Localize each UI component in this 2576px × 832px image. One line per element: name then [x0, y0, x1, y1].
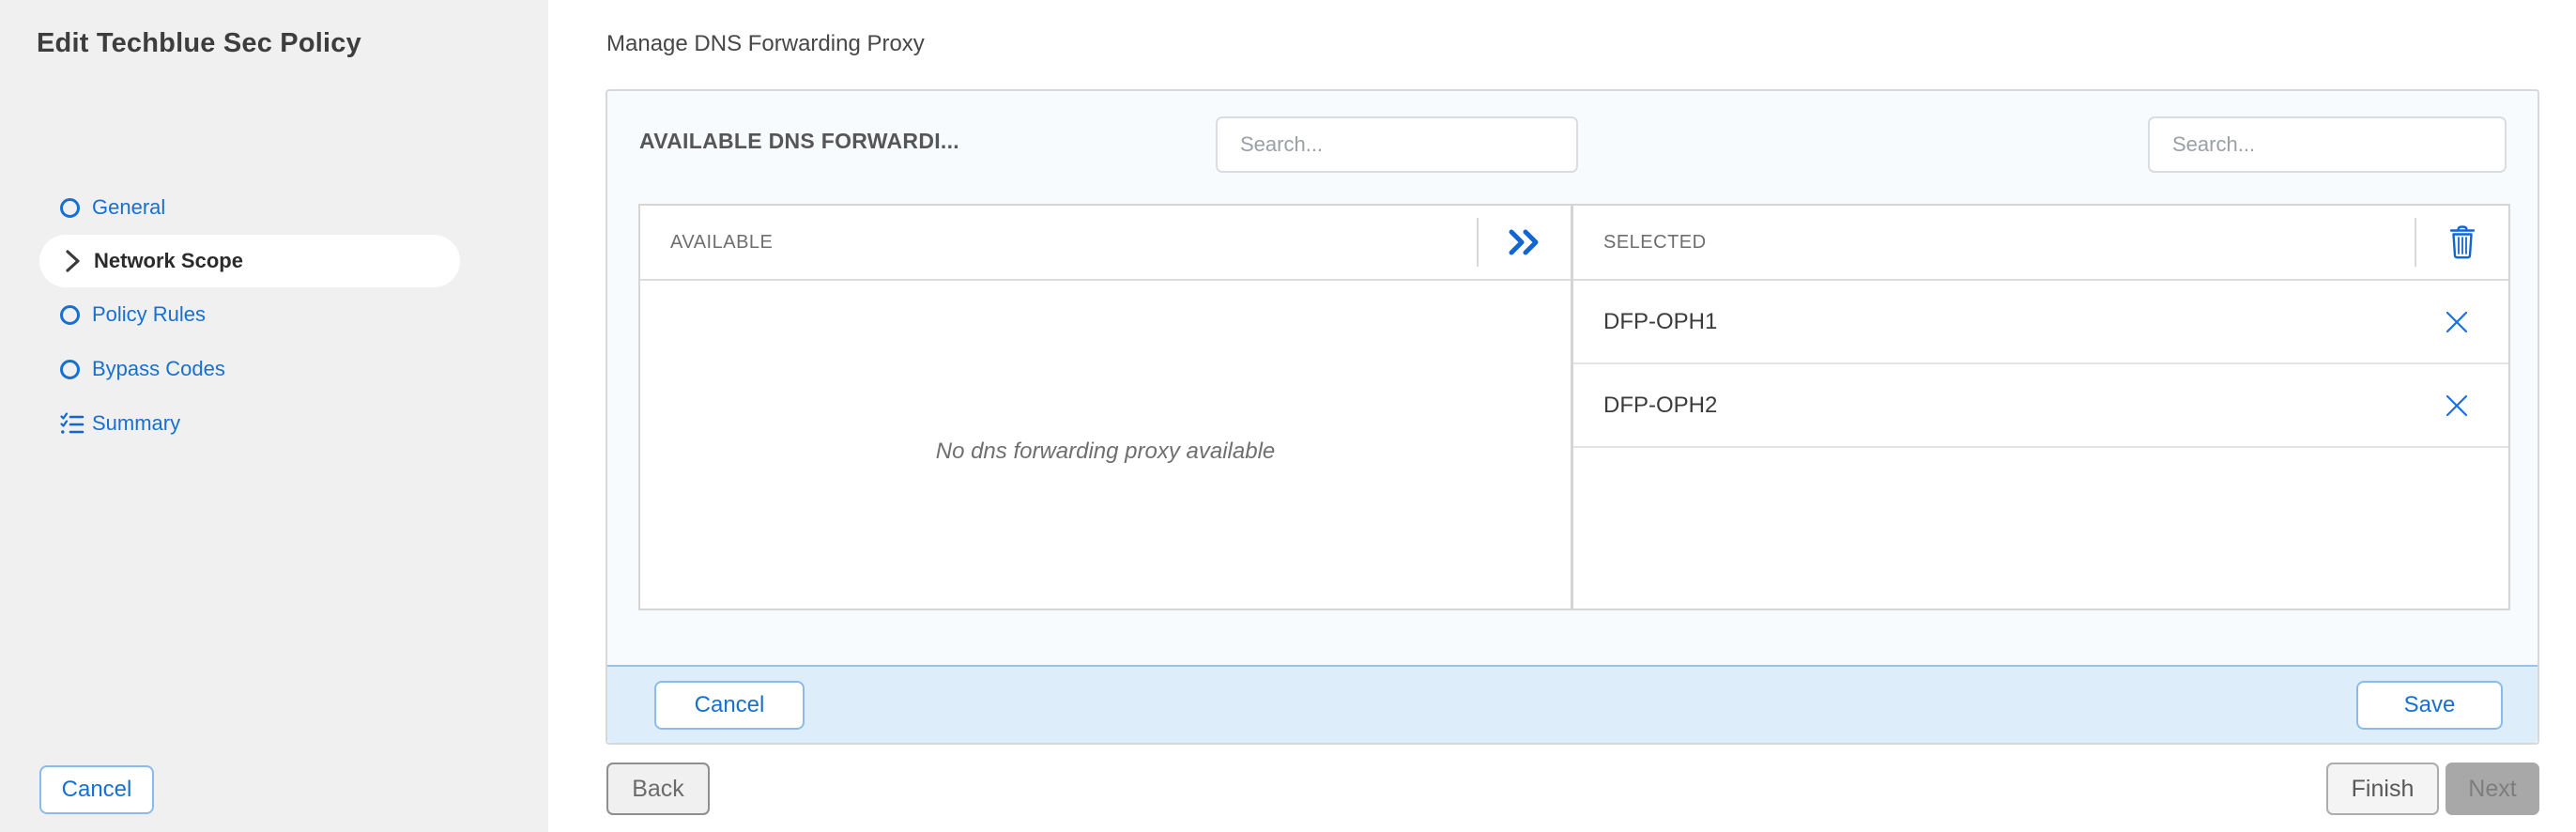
double-chevron-right-icon	[1507, 227, 1542, 257]
sidebar: Edit Techblue Sec Policy General Network…	[0, 0, 548, 832]
list-item[interactable]: DFP-OPH2	[1573, 364, 2508, 448]
checklist-icon	[60, 411, 92, 436]
cancel-button[interactable]: Cancel	[654, 681, 805, 730]
save-button[interactable]: Save	[2356, 681, 2503, 730]
sidebar-item-label: Bypass Codes	[92, 357, 225, 381]
panel-title: AVAILABLE DNS FORWARDI...	[639, 129, 959, 154]
remove-all-button[interactable]	[2416, 225, 2508, 259]
available-header-label: AVAILABLE	[670, 232, 1477, 254]
circle-icon	[60, 198, 92, 218]
remove-item-button[interactable]	[2405, 309, 2508, 335]
selected-item-name: DFP-OPH1	[1603, 309, 2405, 335]
list-item[interactable]: DFP-OPH1	[1573, 281, 2508, 364]
dns-forwarding-proxy-panel: AVAILABLE DNS FORWARDI... AVAILABLE	[606, 89, 2539, 745]
sidebar-item-general[interactable]: General	[0, 180, 548, 235]
page-title: Edit Techblue Sec Policy	[37, 28, 361, 59]
trash-icon	[2448, 225, 2476, 259]
selected-search-input[interactable]	[2148, 116, 2507, 173]
available-empty-message: No dns forwarding proxy available	[640, 439, 1571, 465]
sidebar-item-label: General	[92, 195, 165, 220]
finish-button[interactable]: Finish	[2326, 763, 2439, 815]
remove-item-button[interactable]	[2405, 393, 2508, 419]
close-icon	[2444, 393, 2470, 419]
panel-footer: Cancel Save	[607, 665, 2538, 743]
available-search-input[interactable]	[1216, 116, 1578, 173]
selected-item-name: DFP-OPH2	[1603, 393, 2405, 419]
sidebar-item-label: Network Scope	[94, 249, 243, 273]
available-list: No dns forwarding proxy available	[640, 281, 1571, 609]
sidebar-item-label: Policy Rules	[92, 302, 206, 327]
circle-icon	[60, 305, 92, 325]
available-column: AVAILABLE No dns forwarding proxy availa…	[640, 206, 1573, 609]
section-heading: Manage DNS Forwarding Proxy	[606, 31, 925, 57]
sidebar-item-network-scope[interactable]: Network Scope	[39, 235, 460, 287]
selected-header: SELECTED	[1573, 206, 2508, 281]
selected-column: SELECTED	[1573, 206, 2508, 609]
available-header: AVAILABLE	[640, 206, 1571, 281]
sidebar-item-label: Summary	[92, 411, 180, 436]
back-button[interactable]: Back	[606, 763, 710, 815]
next-button[interactable]: Next	[2446, 763, 2539, 815]
circle-icon	[60, 360, 92, 379]
wizard-nav-buttons: Back Finish Next	[606, 763, 2539, 815]
sidebar-item-policy-rules[interactable]: Policy Rules	[0, 287, 548, 342]
dual-list: AVAILABLE No dns forwarding proxy availa…	[638, 204, 2510, 610]
selected-header-label: SELECTED	[1603, 232, 2415, 254]
page: Edit Techblue Sec Policy General Network…	[0, 0, 2576, 832]
move-all-button[interactable]	[1479, 227, 1571, 257]
chevron-right-icon	[62, 249, 94, 273]
wizard-step-nav: General Network Scope Policy Rules Bypas…	[0, 180, 548, 451]
selected-list: DFP-OPH1 DFP-OPH2	[1573, 281, 2508, 609]
sidebar-item-bypass-codes[interactable]: Bypass Codes	[0, 342, 548, 396]
wizard-cancel-button[interactable]: Cancel	[39, 765, 154, 814]
sidebar-item-summary[interactable]: Summary	[0, 396, 548, 451]
close-icon	[2444, 309, 2470, 335]
